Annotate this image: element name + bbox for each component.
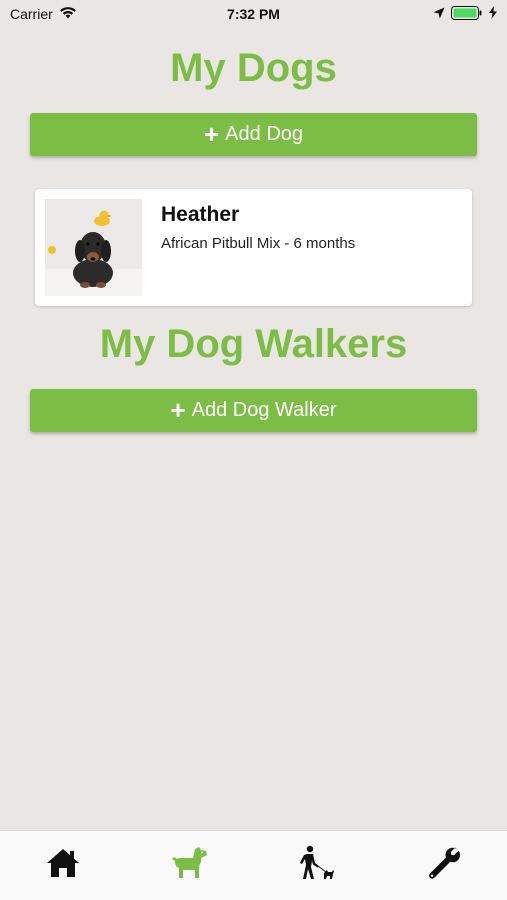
add-dog-label: Add Dog xyxy=(225,123,304,145)
dog-photo xyxy=(45,199,142,296)
carrier-label: Carrier xyxy=(10,6,53,22)
tab-settings[interactable] xyxy=(414,841,474,891)
dog-icon xyxy=(171,846,209,885)
status-right xyxy=(357,5,497,23)
tab-home[interactable] xyxy=(33,841,93,891)
tab-bar xyxy=(0,830,507,900)
add-dog-walker-label: Add Dog Walker xyxy=(191,399,337,421)
plus-icon: + xyxy=(170,394,186,425)
status-bar: Carrier 7:32 PM xyxy=(0,0,507,28)
add-dog-button[interactable]: + Add Dog xyxy=(30,113,477,156)
location-arrow-icon xyxy=(433,6,445,22)
my-dog-walkers-title: My Dog Walkers xyxy=(99,322,408,366)
dog-card[interactable]: Heather African Pitbull Mix - 6 months xyxy=(35,189,472,306)
home-icon xyxy=(45,847,81,884)
tab-dogs[interactable] xyxy=(160,841,220,891)
wifi-icon xyxy=(59,6,77,22)
status-time: 7:32 PM xyxy=(227,6,280,22)
wrench-icon xyxy=(427,846,461,885)
dog-name: Heather xyxy=(161,203,240,226)
tab-dog-walkers[interactable] xyxy=(287,841,347,891)
battery-icon xyxy=(450,5,483,23)
add-dog-walker-button[interactable]: + Add Dog Walker xyxy=(30,389,477,432)
my-dogs-title: My Dogs xyxy=(170,46,337,90)
dog-text: Heather African Pitbull Mix - 6 months xyxy=(161,203,355,252)
dog-details: African Pitbull Mix - 6 months xyxy=(161,235,356,252)
dog-walker-icon xyxy=(298,845,336,886)
plus-icon: + xyxy=(203,118,220,149)
status-left: Carrier xyxy=(10,6,150,22)
charging-bolt-icon xyxy=(488,6,497,22)
